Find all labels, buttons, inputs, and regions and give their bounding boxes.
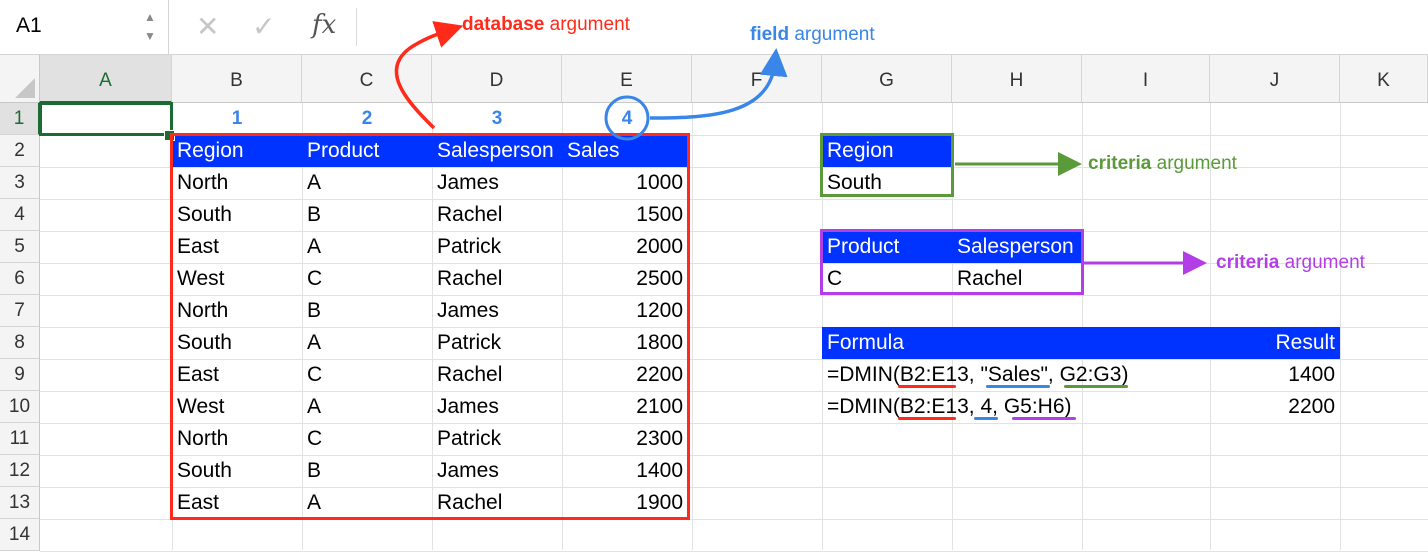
criteria-purple-label-bold: criteria xyxy=(1216,252,1280,273)
field-circle xyxy=(604,95,650,141)
database-arrow xyxy=(394,21,464,130)
field-label-rest: argument xyxy=(789,24,875,45)
field-label-bold: field xyxy=(750,24,790,45)
criteria-green-label-bold: criteria xyxy=(1088,153,1152,174)
field-argument-label: field argument xyxy=(750,24,875,46)
criteria-green-label-rest: argument xyxy=(1151,153,1237,174)
database-argument-label: database argument xyxy=(462,14,630,36)
criteria-purple-label-rest: argument xyxy=(1279,252,1365,273)
database-label-bold: database xyxy=(462,14,545,35)
field-arrow xyxy=(649,48,788,120)
database-label-rest: argument xyxy=(544,14,630,35)
criteria-green-argument-label: criteria argument xyxy=(1088,153,1237,175)
annotation-arrows xyxy=(394,21,1207,275)
criteria-purple-argument-label: criteria argument xyxy=(1216,252,1365,274)
